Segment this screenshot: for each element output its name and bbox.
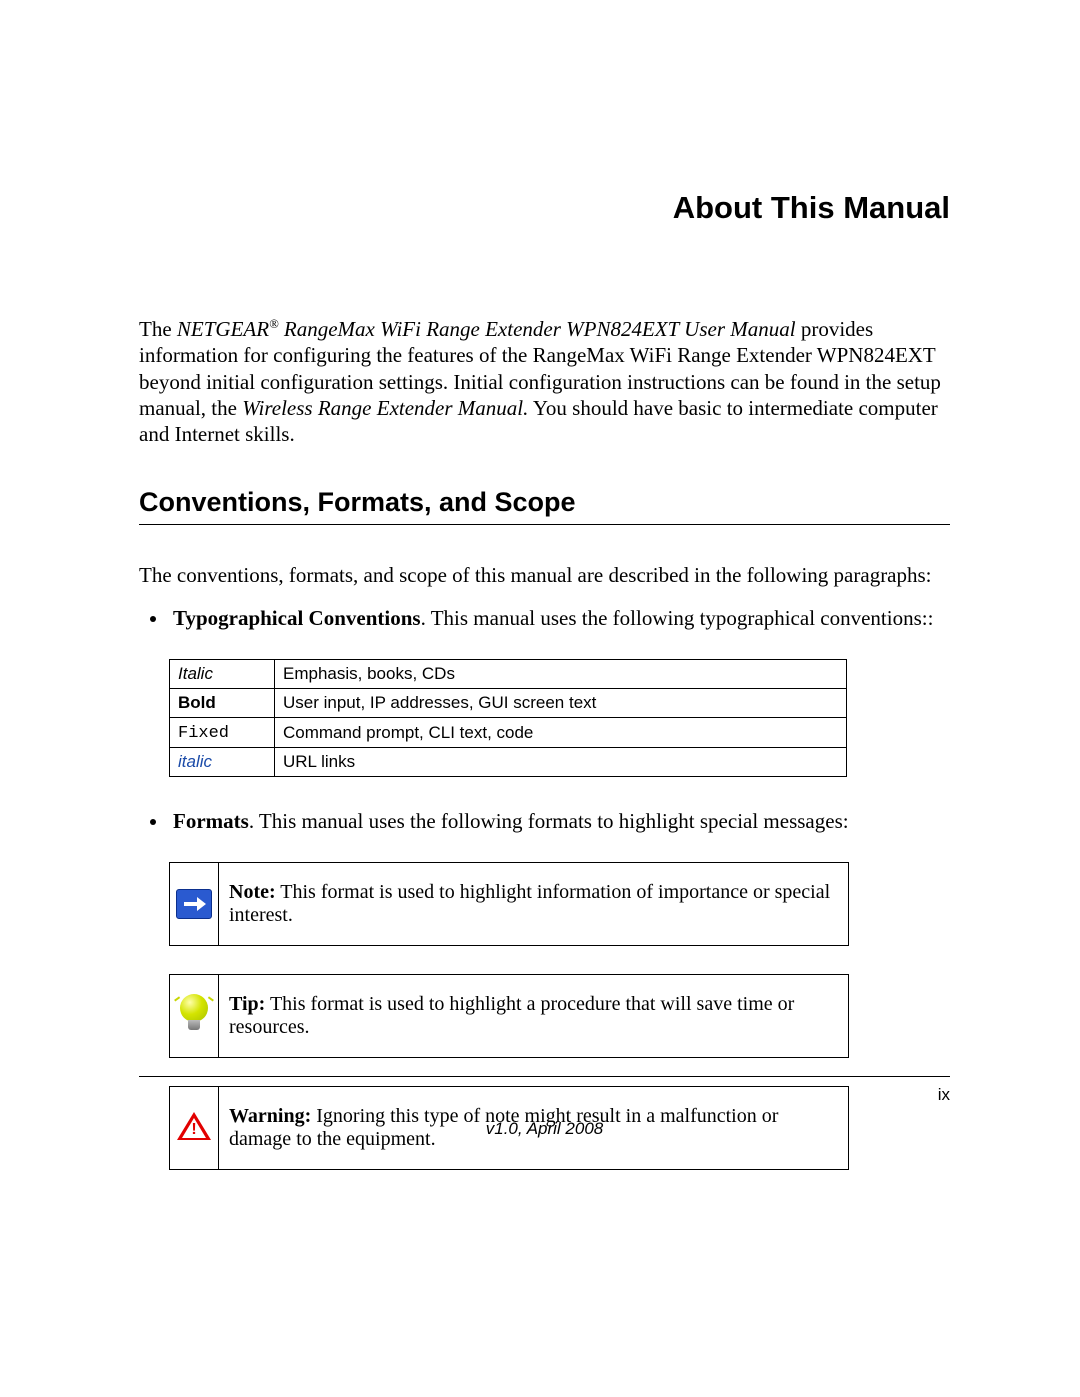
bullet-formats: Formats. This manual uses the following … (169, 809, 950, 834)
table-row: Italic Emphasis, books, CDs (170, 660, 847, 689)
conventions-table: Italic Emphasis, books, CDs Bold User in… (169, 659, 847, 777)
page-title: About This Manual (139, 190, 950, 226)
section-intro: The conventions, formats, and scope of t… (139, 563, 950, 588)
table-row: italic URL links (170, 748, 847, 777)
bullet-typographical: Typographical Conventions. This manual u… (169, 606, 950, 631)
lightbulb-icon (176, 994, 212, 1038)
section-rule (139, 524, 950, 525)
intro-paragraph: The NETGEAR® RangeMax WiFi Range Extende… (139, 316, 950, 447)
table-row: Fixed Command prompt, CLI text, code (170, 718, 847, 748)
table-row: Bold User input, IP addresses, GUI scree… (170, 689, 847, 718)
note-callout: Note: This format is used to highlight i… (169, 862, 849, 946)
tip-callout: Tip: This format is used to highlight a … (169, 974, 849, 1058)
page-number: ix (139, 1085, 950, 1105)
footer-rule (139, 1076, 950, 1077)
section-heading: Conventions, Formats, and Scope (139, 487, 950, 518)
note-arrow-icon (176, 889, 212, 919)
registered-symbol: ® (269, 317, 279, 331)
version-footer: v1.0, April 2008 (139, 1119, 950, 1139)
